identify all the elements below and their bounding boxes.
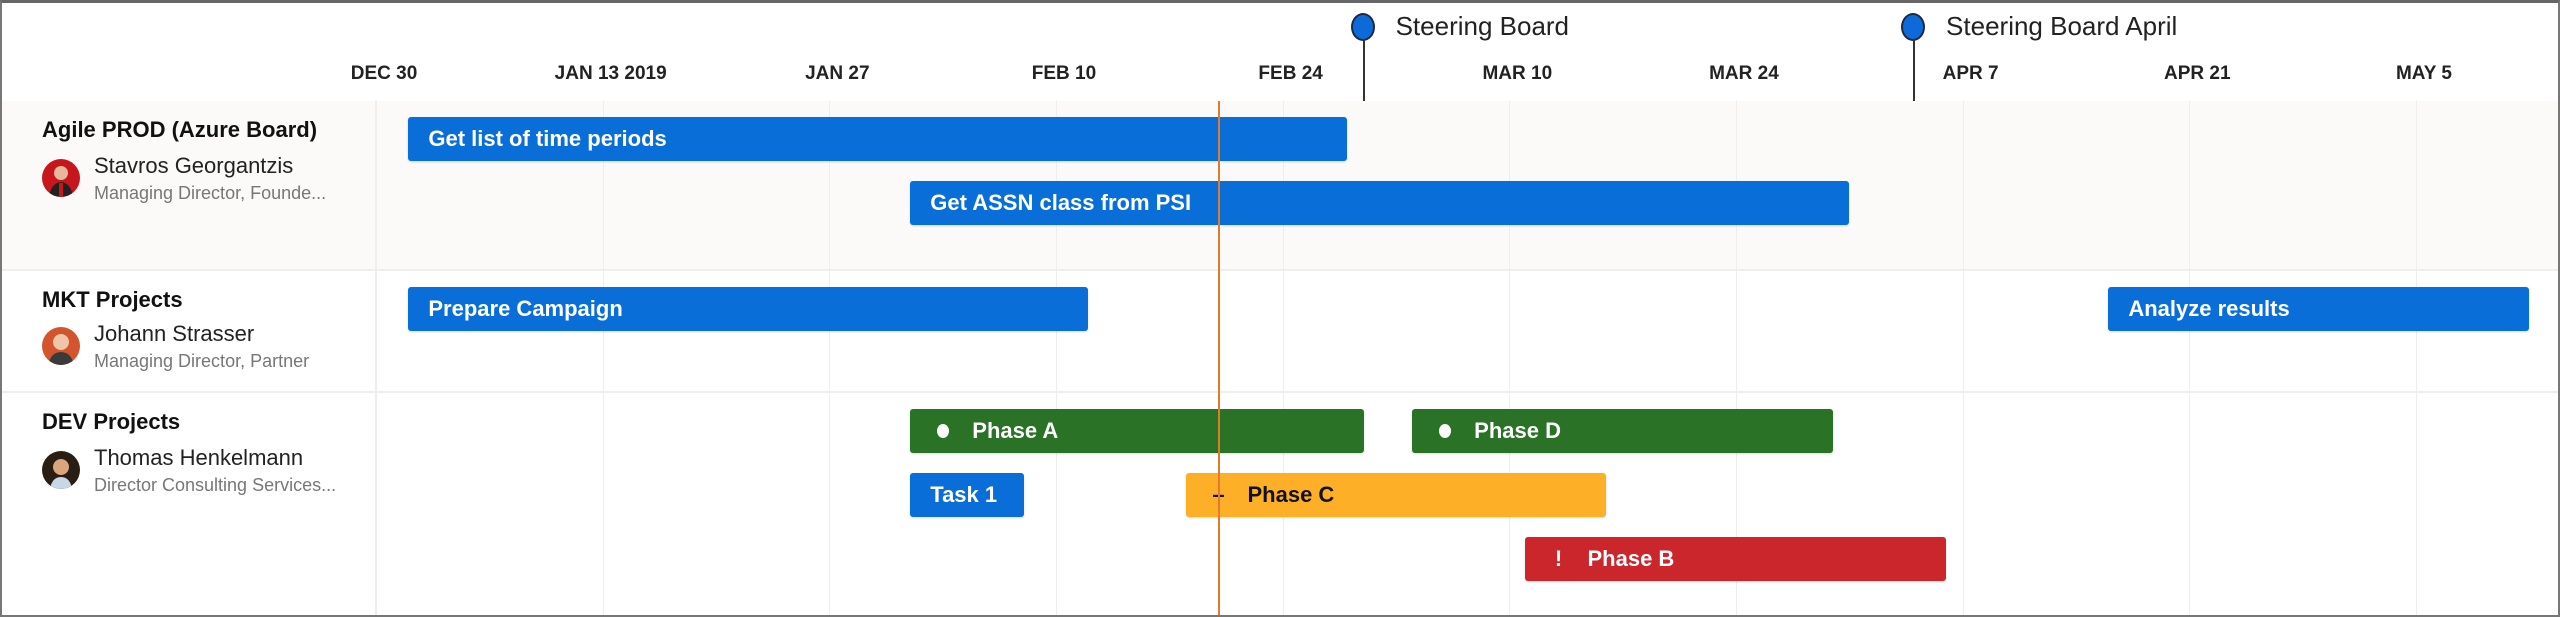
swimlane-mkt-projects: MKT Projects Johann Strasser Managing Di… xyxy=(2,271,2558,393)
status-dot-icon xyxy=(1432,418,1458,444)
gridline xyxy=(1509,101,1511,615)
person-name: Stavros Georgantzis xyxy=(94,153,294,178)
row-title: DEV Projects xyxy=(42,409,181,434)
task-bar[interactable]: ! Phase B xyxy=(1525,537,1947,581)
person-name: Johann Strasser xyxy=(94,321,255,346)
date-tick-label: JAN 13 2019 xyxy=(554,63,667,84)
task-label: Phase C xyxy=(1247,482,1335,507)
task-label: Get ASSN class from PSI xyxy=(930,190,1192,215)
gridline xyxy=(1962,101,1964,615)
task-bar[interactable]: Phase D xyxy=(1412,409,1834,453)
date-tick-label: DEC 30 xyxy=(350,63,418,84)
timeline-roadmap: DEC 30 JAN 13 2019 JAN 27 FEB 10 FEB 24 MAR 1… xyxy=(0,0,2560,617)
date-tick-label: MAR 24 xyxy=(1709,63,1779,84)
gridline xyxy=(829,101,831,615)
swimlane-agile-prod: Agile PROD (Azure Board) Stavros Georgan… xyxy=(2,101,2558,271)
milestone-line xyxy=(1913,39,1916,101)
task-bar[interactable]: –Phase C xyxy=(1185,473,1607,517)
gridline xyxy=(602,101,604,615)
avatar xyxy=(42,327,80,365)
milestone-label[interactable]: Steering Board April xyxy=(1946,11,2177,42)
milestone-label[interactable]: Steering Board xyxy=(1396,11,1569,42)
task-bar[interactable]: Prepare Campaign xyxy=(408,287,1089,331)
task-label: Prepare Campaign xyxy=(428,296,623,321)
task-label: Phase A xyxy=(972,418,1059,443)
person-role: Managing Director, Founde... xyxy=(94,183,327,203)
avatar xyxy=(42,451,80,489)
warning-exclamation-icon: ! xyxy=(1554,546,1563,571)
task-bar[interactable]: Analyze results xyxy=(2108,287,2530,331)
row-label: Agile PROD (Azure Board) Stavros Georgan… xyxy=(2,101,376,269)
date-tick-label: MAR 10 xyxy=(1482,63,1553,84)
person-role: Director Consulting Services... xyxy=(94,475,337,495)
today-marker-line xyxy=(1217,101,1220,615)
task-label: Analyze results xyxy=(2128,296,2290,321)
gridline xyxy=(1282,101,1284,615)
task-bar[interactable]: Get list of time periods xyxy=(408,117,1348,161)
gridline xyxy=(2189,101,2191,615)
status-dot-icon xyxy=(930,418,956,444)
person-name: Thomas Henkelmann xyxy=(94,445,304,470)
milestone-pin-icon[interactable] xyxy=(1350,13,1375,41)
date-tick-label: FEB 24 xyxy=(1258,63,1323,84)
gridline xyxy=(1055,101,1057,615)
date-tick-label: JAN 27 xyxy=(805,63,870,84)
gridline xyxy=(2415,101,2417,615)
date-tick-label: APR 7 xyxy=(1942,63,1999,84)
task-bar[interactable]: Get ASSN class from PSI xyxy=(910,181,1850,225)
date-tick-label: APR 21 xyxy=(2164,63,2231,84)
person-role: Managing Director, Partner xyxy=(94,351,310,371)
row-label: DEV Projects Thomas Henkelmann Director … xyxy=(2,393,376,615)
task-bar[interactable]: Phase A xyxy=(910,409,1364,453)
task-label: Phase B xyxy=(1587,546,1675,571)
gridline xyxy=(376,101,377,615)
timeline-header: DEC 30 JAN 13 2019 JAN 27 FEB 10 FEB 24 MAR 1… xyxy=(2,3,2558,102)
task-bar[interactable]: Task 1 xyxy=(910,473,1024,517)
task-label: Phase D xyxy=(1474,418,1561,443)
swimlane-dev-projects: DEV Projects Thomas Henkelmann Director … xyxy=(2,393,2558,615)
row-label: MKT Projects Johann Strasser Managing Di… xyxy=(2,271,376,391)
row-title: Agile PROD (Azure Board) xyxy=(42,117,318,142)
task-label: Task 1 xyxy=(930,482,998,507)
date-tick-label: MAY 5 xyxy=(2395,63,2452,84)
milestone-pin-icon[interactable] xyxy=(1901,13,1926,41)
row-title: MKT Projects xyxy=(42,287,183,312)
date-tick-label: FEB 10 xyxy=(1031,63,1097,84)
task-label: Get list of time periods xyxy=(428,126,667,151)
milestone-line xyxy=(1362,39,1365,101)
avatar xyxy=(42,159,80,197)
